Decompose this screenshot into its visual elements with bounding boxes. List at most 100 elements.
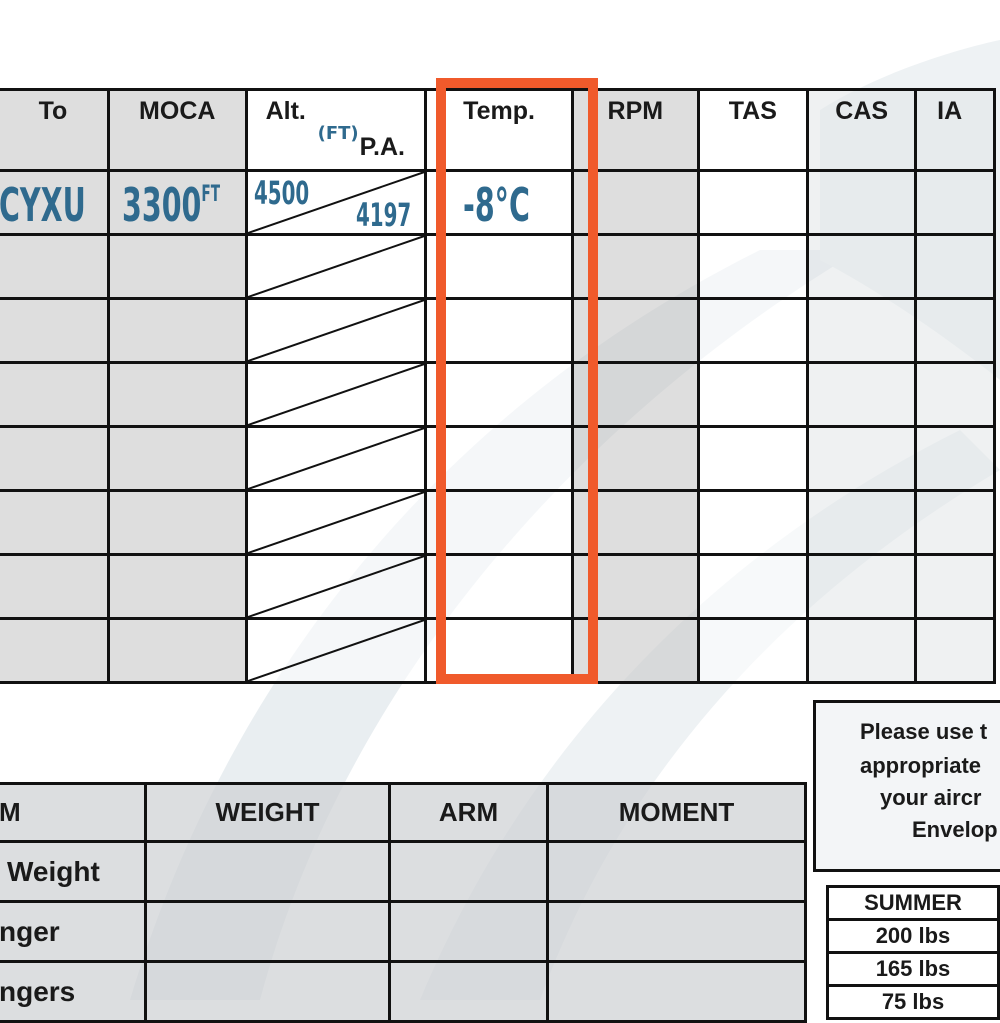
cell-alt-pa[interactable]	[244, 553, 427, 620]
cell-moment[interactable]	[546, 840, 807, 903]
cell-ia[interactable]	[914, 361, 996, 428]
cell-temp[interactable]	[423, 297, 575, 364]
header-tas: TAS	[696, 88, 810, 172]
cell-cas[interactable]	[806, 553, 918, 620]
cell-rpm[interactable]	[571, 425, 700, 492]
cell-moca[interactable]	[106, 425, 248, 492]
table-row	[0, 233, 996, 300]
cell-ia[interactable]	[914, 553, 996, 620]
cell-rpm[interactable]	[571, 169, 700, 236]
cell-ia[interactable]	[914, 297, 996, 364]
weight-balance-table: M WEIGHT ARM MOMENT Weight nger ngers	[0, 782, 807, 1023]
cell-to[interactable]	[0, 297, 110, 364]
cell-temp[interactable]: -8°C	[423, 169, 575, 236]
cell-temp[interactable]	[423, 233, 575, 300]
cell-rpm[interactable]	[571, 297, 700, 364]
cell-cas[interactable]	[806, 233, 918, 300]
cell-cas[interactable]	[806, 297, 918, 364]
alt-unit: (FT)	[317, 123, 359, 144]
cell-rpm[interactable]	[571, 361, 700, 428]
moca-value: 3300FT	[122, 178, 220, 232]
temp-value: -8°C	[462, 178, 530, 232]
to-value: CYXU	[0, 178, 86, 232]
cell-tas[interactable]	[696, 553, 810, 620]
cell-moment[interactable]	[546, 960, 807, 1023]
cell-temp[interactable]	[423, 425, 575, 492]
cell-alt-pa[interactable]: 4500 4197	[244, 169, 427, 236]
cell-ia[interactable]	[914, 169, 996, 236]
cell-ia[interactable]	[914, 617, 996, 684]
cell-rpm[interactable]	[571, 553, 700, 620]
cell-alt-pa[interactable]	[244, 361, 427, 428]
cell-to[interactable]	[0, 361, 110, 428]
cell-ia[interactable]	[914, 425, 996, 492]
cell-to[interactable]	[0, 233, 110, 300]
note-box: Please use t appropriate your aircr Enve…	[813, 700, 1000, 872]
cell-tas[interactable]	[696, 169, 810, 236]
cell-cas[interactable]	[806, 489, 918, 556]
cell-cas[interactable]	[806, 169, 918, 236]
diagonal-divider	[248, 428, 424, 489]
cell-moca[interactable]	[106, 489, 248, 556]
cell-tas[interactable]	[696, 617, 810, 684]
nav-log-table: To MOCA Alt. (FT) P.A. Temp. RPM TAS CAS…	[0, 88, 996, 684]
cell-rpm[interactable]	[571, 489, 700, 556]
cell-cas[interactable]	[806, 617, 918, 684]
cell-tas[interactable]	[696, 425, 810, 492]
cell-moment[interactable]	[546, 900, 807, 963]
cell-arm[interactable]	[388, 900, 549, 963]
cell-arm[interactable]	[388, 840, 549, 903]
cell-weight[interactable]	[144, 840, 391, 903]
cell-tas[interactable]	[696, 233, 810, 300]
table-row	[0, 425, 996, 492]
diagonal-divider	[248, 556, 424, 617]
cell-alt-pa[interactable]	[244, 489, 427, 556]
summer-value: 200 lbs	[826, 918, 1000, 954]
cell-tas[interactable]	[696, 297, 810, 364]
pa-value: 4197	[355, 196, 411, 234]
cell-alt-pa[interactable]	[244, 425, 427, 492]
cell-ia[interactable]	[914, 489, 996, 556]
cell-to[interactable]: CYXU	[0, 169, 110, 236]
header-moca: MOCA	[106, 88, 248, 172]
row-label-text: Weight	[7, 855, 100, 887]
cell-temp[interactable]	[423, 361, 575, 428]
table-row	[0, 617, 996, 684]
cell-moca[interactable]	[106, 297, 248, 364]
cell-to[interactable]	[0, 489, 110, 556]
cell-alt-pa[interactable]	[244, 233, 427, 300]
cell-ia[interactable]	[914, 233, 996, 300]
cell-weight[interactable]	[144, 960, 391, 1023]
diagonal-divider	[248, 364, 424, 425]
summer-value: 75 lbs	[826, 984, 1000, 1020]
header-alt: Alt. (FT) P.A.	[244, 88, 427, 172]
header-row: To MOCA Alt. (FT) P.A. Temp. RPM TAS CAS…	[0, 88, 996, 172]
cell-temp[interactable]	[423, 617, 575, 684]
cell-rpm[interactable]	[571, 617, 700, 684]
cell-alt-pa[interactable]	[244, 297, 427, 364]
cell-moca[interactable]: 3300FT	[106, 169, 248, 236]
cell-to[interactable]	[0, 617, 110, 684]
cell-alt-pa[interactable]	[244, 617, 427, 684]
cell-rpm[interactable]	[571, 233, 700, 300]
cell-to[interactable]	[0, 425, 110, 492]
cell-cas[interactable]	[806, 425, 918, 492]
summer-value: 165 lbs	[826, 951, 1000, 987]
diagonal-divider	[248, 300, 424, 361]
cell-moca[interactable]	[106, 617, 248, 684]
cell-to[interactable]	[0, 553, 110, 620]
cell-tas[interactable]	[696, 489, 810, 556]
cell-moca[interactable]	[106, 233, 248, 300]
cell-moca[interactable]	[106, 361, 248, 428]
summer-header: SUMMER	[826, 885, 1000, 921]
row-label: ngers	[0, 960, 147, 1023]
cell-tas[interactable]	[696, 361, 810, 428]
note-line: Envelop	[912, 817, 998, 842]
cell-temp[interactable]	[423, 489, 575, 556]
diagonal-divider	[248, 236, 424, 297]
cell-weight[interactable]	[144, 900, 391, 963]
cell-moca[interactable]	[106, 553, 248, 620]
cell-temp[interactable]	[423, 553, 575, 620]
cell-arm[interactable]	[388, 960, 549, 1023]
cell-cas[interactable]	[806, 361, 918, 428]
